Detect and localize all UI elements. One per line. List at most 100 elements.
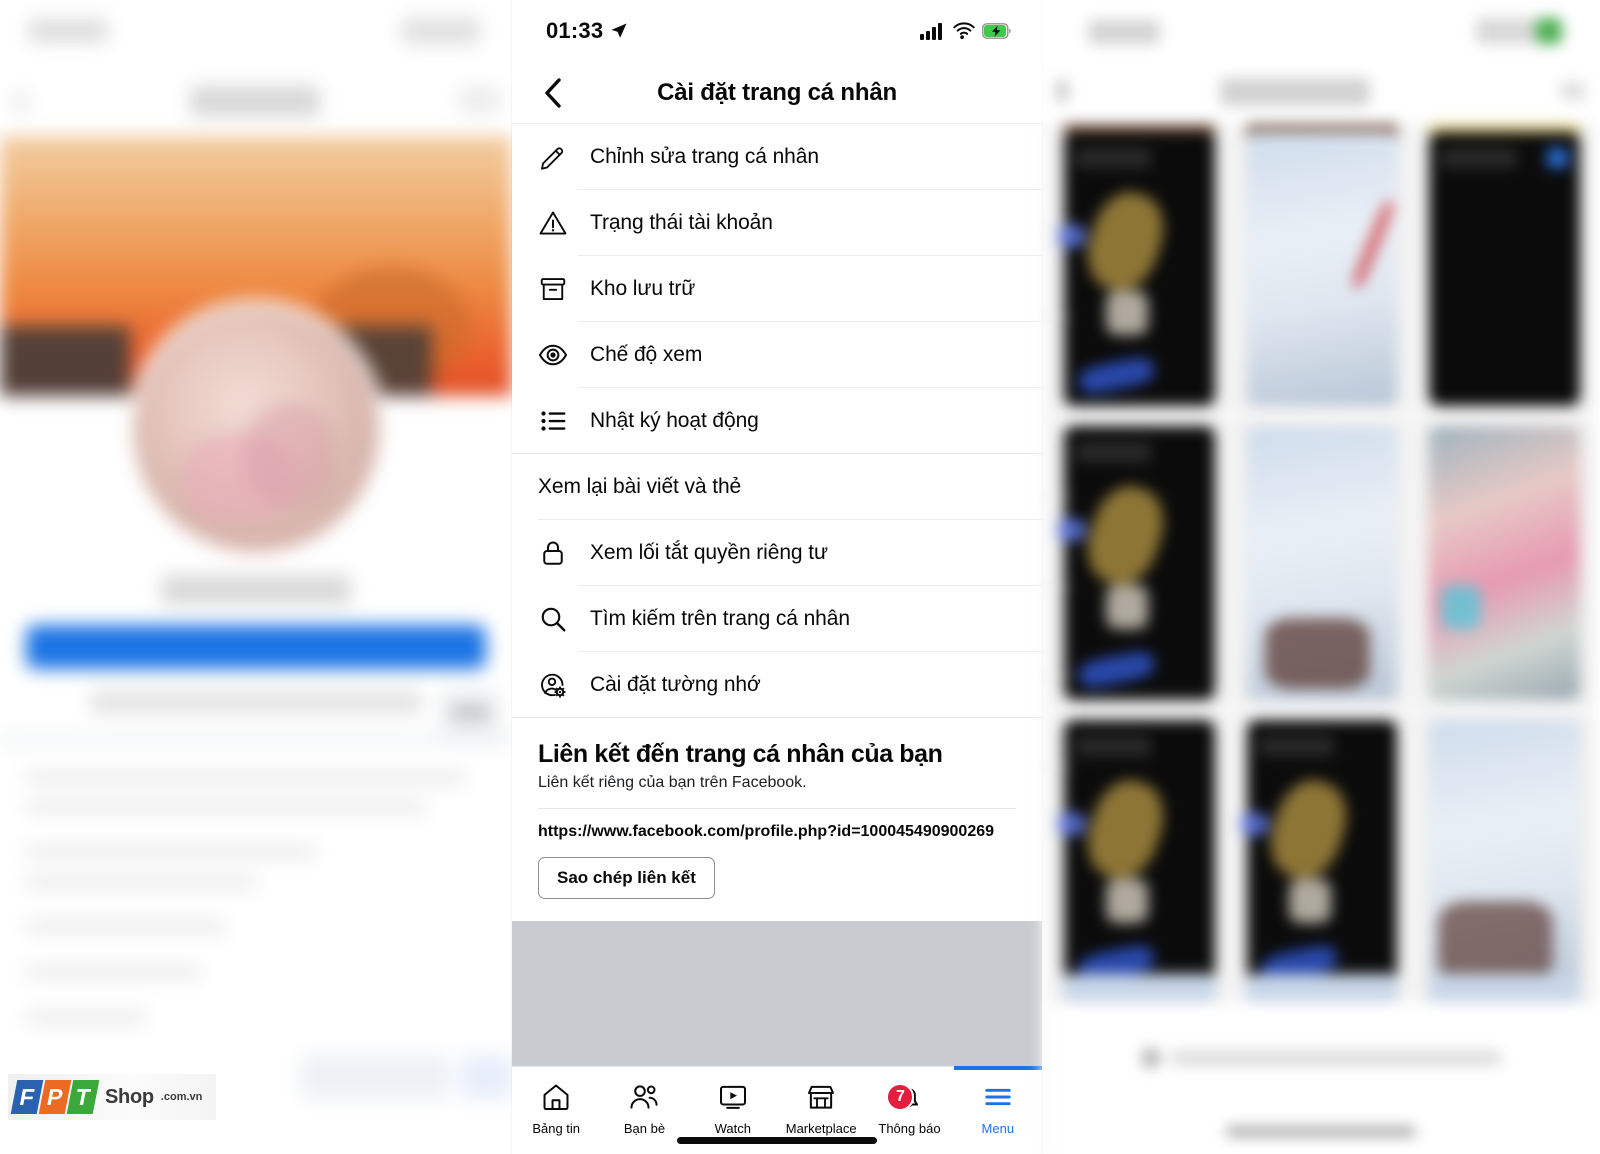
fpt-logo-marks: F P T: [10, 1080, 100, 1114]
thumb-header: [1258, 736, 1335, 756]
gallery-item[interactable]: [1050, 418, 1229, 708]
tab-label: Bảng tin: [532, 1121, 581, 1136]
gallery-item[interactable]: [1050, 124, 1229, 414]
left-text-line: [26, 770, 466, 784]
menu-item-activity-log[interactable]: Nhật ký hoạt động: [512, 388, 1042, 454]
bell-icon: 7: [886, 1079, 930, 1115]
wifi-icon: [953, 22, 975, 40]
settings-menu-list: Chỉnh sửa trang cá nhân Trạng thái tài k…: [512, 124, 1042, 718]
menu-item-archive[interactable]: Kho lưu trữ: [512, 256, 1042, 322]
menu-item-view-as[interactable]: Chế độ xem: [512, 322, 1042, 388]
left-status-bar: [0, 0, 512, 70]
thumb-blue-tab: [1240, 813, 1268, 836]
thumb-blue-streak: [1077, 354, 1157, 398]
back-button[interactable]: [536, 76, 570, 110]
left-nav-title-blurred: [190, 86, 320, 116]
menu-item-search-profile[interactable]: Tìm kiếm trên trang cá nhân: [512, 586, 1042, 652]
fpt-letter-p: P: [38, 1080, 72, 1114]
friends-icon: [623, 1079, 665, 1115]
gallery-item[interactable]: [1232, 418, 1412, 708]
person-gear-icon: [538, 670, 582, 700]
menu-item-memorialization-settings[interactable]: Cài đặt tường nhớ: [512, 652, 1042, 718]
left-text-line: [26, 920, 226, 934]
archive-box-icon: [538, 274, 582, 304]
status-bar-right: [920, 22, 1012, 40]
thumb-bottom-bar: [1246, 974, 1398, 1002]
bottom-tab-bar: Bảng tin Bạn bè Watch Marketplace 7 Thôn…: [512, 1066, 1043, 1154]
right-status-time-blurred: [1088, 20, 1160, 44]
thumb-streak: [1077, 477, 1174, 594]
gallery-thumbnail: [1429, 132, 1580, 406]
left-thumb-placeholder: [460, 1055, 512, 1099]
gallery-thumbnail: [1057, 720, 1215, 994]
home-indicator: [677, 1137, 877, 1144]
left-nav-action-blurred[interactable]: [458, 88, 500, 112]
tab-news-feed[interactable]: Bảng tin: [512, 1067, 600, 1154]
gallery-item[interactable]: [1415, 124, 1594, 414]
copy-link-button[interactable]: Sao chép liên kết: [538, 856, 715, 899]
gallery-thumbnail: [1429, 426, 1580, 700]
info-icon: [1141, 1048, 1161, 1068]
rail-tick: [1042, 406, 1072, 407]
hamburger-menu-icon: [977, 1079, 1019, 1115]
watch-play-icon: [712, 1079, 754, 1115]
tab-notifications[interactable]: 7 Thông báo: [865, 1067, 953, 1154]
bulleted-list-icon: [538, 406, 582, 436]
rail-tick: [1042, 496, 1072, 497]
cover-shadow-left: [0, 326, 130, 396]
tab-label: Bạn bè: [623, 1121, 666, 1136]
fpt-shop-label: Shop: [105, 1085, 154, 1108]
thumb-header: [1076, 442, 1152, 462]
gallery-item[interactable]: [1415, 418, 1594, 708]
right-home-indicator: [1226, 1127, 1416, 1136]
gallery-item[interactable]: [1232, 712, 1412, 1002]
thumb-red-streak: [1350, 198, 1397, 290]
right-back-icon[interactable]: [1056, 80, 1068, 102]
avatar: [127, 300, 385, 558]
thumb-streak: [1077, 183, 1174, 300]
left-back-icon[interactable]: [14, 92, 28, 112]
footer-text-blurred: [1171, 1051, 1501, 1065]
ellipsis-icon: [478, 708, 486, 716]
thumb-blue-tab: [1546, 148, 1568, 168]
status-time: 01:33: [546, 18, 604, 43]
tab-label: Thông báo: [878, 1121, 941, 1136]
menu-item-privacy-shortcuts[interactable]: Xem lối tắt quyền riêng tư: [512, 520, 1042, 586]
menu-item-label: Chỉnh sửa trang cá nhân: [590, 145, 819, 168]
right-nav-action-blurred[interactable]: [1560, 82, 1586, 100]
menu-item-edit-profile[interactable]: Chỉnh sửa trang cá nhân: [512, 124, 1042, 190]
gallery-thumbnail: [1240, 720, 1398, 994]
gallery-item[interactable]: [1415, 712, 1594, 1002]
tab-label: Marketplace: [785, 1121, 857, 1136]
more-options-button[interactable]: [440, 690, 500, 734]
right-battery-blurred: [1536, 18, 1562, 44]
chevron-left-icon: [545, 77, 561, 108]
rail-tick: [1042, 316, 1072, 317]
gallery-item[interactable]: [1232, 124, 1412, 414]
page-title: Cài đặt trang cá nhân: [657, 78, 897, 106]
thumb-blue-tab: [1057, 813, 1086, 836]
thumb-blue-streak: [1077, 648, 1157, 692]
profile-link-section: Liên kết đến trang cá nhân của bạn Liên …: [512, 718, 1042, 899]
left-secondary-action-blurred[interactable]: [90, 690, 422, 714]
tab-menu[interactable]: Menu: [953, 1066, 1043, 1154]
cellular-signal-icon: [920, 23, 942, 40]
home-icon: [535, 1079, 577, 1115]
left-text-line: [26, 965, 201, 979]
content-placeholder-block: [512, 920, 1042, 1061]
left-profile-name-blurred: [161, 575, 351, 605]
menu-item-review-posts-tags[interactable]: Xem lại bài viết và thẻ: [512, 454, 1042, 520]
menu-item-label: Xem lối tắt quyền riêng tư: [590, 541, 828, 564]
gallery-thumbnail: [1057, 426, 1215, 700]
fpt-shop-watermark: F P T Shop .com.vn: [8, 1074, 217, 1120]
left-status-icons-blurred: [402, 18, 480, 44]
gallery-thumbnail: [1057, 132, 1215, 406]
ellipsis-icon: [454, 708, 462, 716]
thumb-streak: [1441, 584, 1481, 629]
gallery-item[interactable]: [1050, 712, 1229, 1002]
status-bar-left: 01:33: [546, 18, 628, 44]
left-primary-action-button[interactable]: [26, 625, 486, 669]
tab-friends[interactable]: Bạn bè: [600, 1067, 688, 1154]
menu-item-account-status[interactable]: Trạng thái tài khoản: [512, 190, 1042, 256]
gallery-thumbnail: [1429, 720, 1580, 994]
